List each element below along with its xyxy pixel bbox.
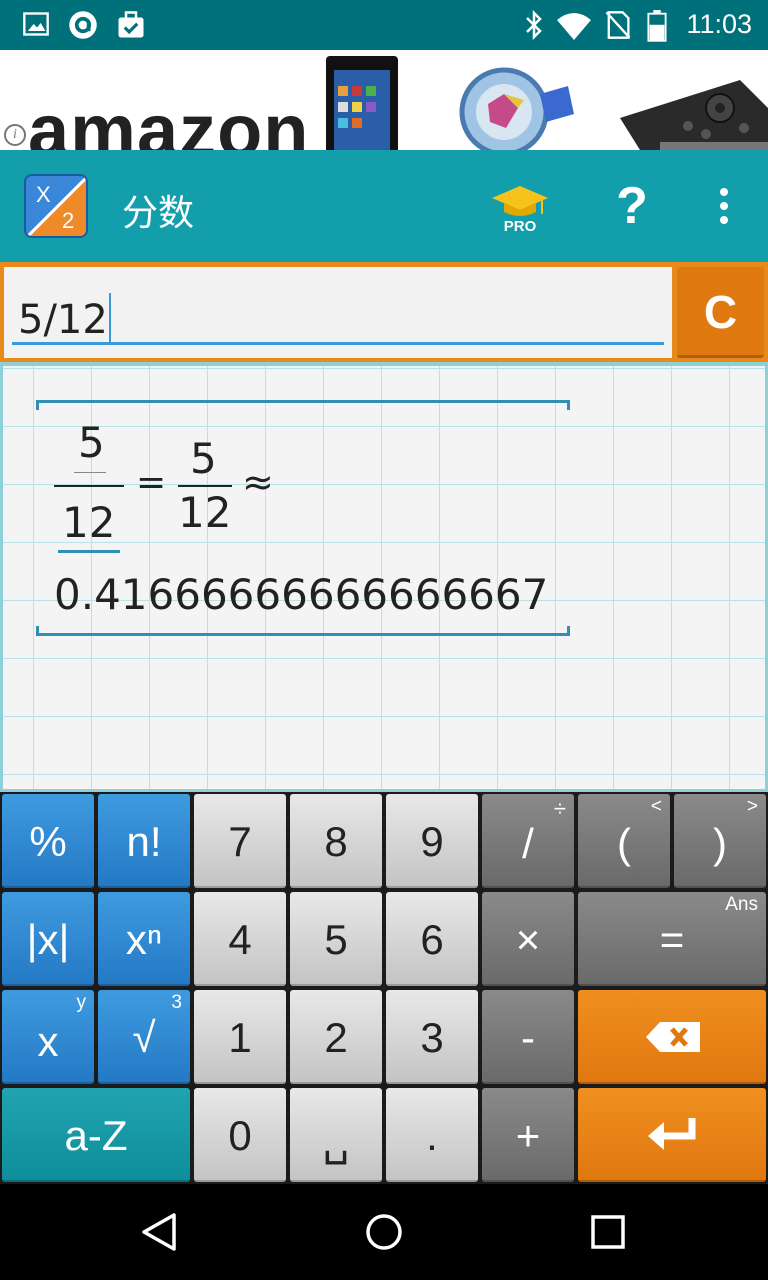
key-3[interactable]: 3 (386, 990, 478, 1084)
status-bar: 11:03 (0, 0, 768, 50)
pro-button[interactable]: PRO (490, 184, 550, 236)
back-icon[interactable] (140, 1212, 180, 1252)
key-space[interactable]: ␣ (290, 1088, 382, 1182)
key-minus[interactable]: - (482, 990, 574, 1084)
key-open-paren[interactable]: (< (578, 794, 670, 888)
key-decimal-point[interactable]: . (386, 1088, 478, 1182)
key-4[interactable]: 4 (194, 892, 286, 986)
pro-label: PRO (503, 218, 537, 235)
input-underline (12, 342, 664, 345)
home-icon[interactable] (364, 1212, 404, 1252)
simplified-fraction-bar (178, 485, 232, 487)
battery-icon (647, 10, 667, 42)
key-plus[interactable]: + (482, 1088, 574, 1182)
simplified-numerator: 5 (190, 434, 217, 483)
simplified-denominator: 12 (178, 488, 232, 537)
ad-brand-text: amazon (28, 89, 310, 151)
input-numerator: 5 (78, 418, 105, 467)
expression-input[interactable]: 5/12 (4, 267, 672, 358)
help-button[interactable]: ? (612, 176, 652, 236)
key-backspace[interactable] (578, 990, 766, 1084)
key-0[interactable]: 0 (194, 1088, 286, 1182)
key-close-paren[interactable]: ) > (674, 794, 766, 888)
ad-toy-image (459, 67, 574, 150)
expression-input-text: 5/12 (18, 293, 111, 343)
key-sqrt[interactable]: √ 3 (98, 990, 190, 1084)
overflow-menu-icon[interactable] (706, 186, 742, 226)
key-equals[interactable]: = Ans (578, 892, 766, 986)
approx-sign: ≈ (242, 460, 274, 504)
app-circle-icon (69, 11, 97, 39)
key-abs[interactable]: |x| (2, 892, 94, 986)
app-bar: X 2 分数 PRO ? (0, 150, 768, 262)
bluetooth-icon (526, 10, 542, 40)
decimal-result: 0.41666666666666667 (54, 570, 549, 619)
input-row: 5/12 C (0, 262, 768, 362)
key-divide[interactable]: / ÷ (482, 794, 574, 888)
ad-info-icon[interactable]: i (4, 124, 26, 146)
result-frame[interactable]: 5 12 = 5 12 ≈ 0.41666666666666667 (36, 400, 570, 636)
wifi-icon (557, 13, 591, 40)
app-logo-icon: X 2 (24, 174, 88, 238)
result-area: 5 12 = 5 12 ≈ 0.41666666666666667 (0, 362, 768, 792)
briefcase-check-icon (118, 11, 144, 38)
key-6[interactable]: 6 (386, 892, 478, 986)
key-factorial[interactable]: n! (98, 794, 190, 888)
recents-icon[interactable] (590, 1214, 626, 1250)
ad-tablet-image (326, 56, 398, 150)
image-icon (23, 12, 49, 36)
key-5[interactable]: 5 (290, 892, 382, 986)
svg-text:2: 2 (62, 208, 74, 233)
key-x-root[interactable]: xy (2, 990, 94, 1084)
key-multiply[interactable]: × (482, 892, 574, 986)
ad-banner[interactable]: amazon i (0, 50, 768, 150)
graduation-cap-icon (492, 186, 548, 216)
enter-icon (648, 1118, 696, 1150)
keypad: % n! 7 8 9 /÷ (< ) > |x| xⁿ 4 5 6 × = Ans … (0, 792, 768, 1184)
app-title: 分数 (122, 193, 195, 234)
clear-button[interactable]: C (677, 267, 764, 358)
key-power[interactable]: xⁿ (98, 892, 190, 986)
key-9[interactable]: 9 (386, 794, 478, 888)
key-enter[interactable] (578, 1088, 766, 1182)
status-time: 11:03 (686, 9, 752, 39)
text-cursor (108, 293, 111, 343)
key-letters[interactable]: a-Z (2, 1088, 190, 1182)
equals-sign: = (136, 462, 167, 503)
input-denominator-underline (58, 550, 120, 553)
key-2[interactable]: 2 (290, 990, 382, 1084)
no-sim-icon (605, 11, 631, 39)
backspace-icon (646, 1022, 700, 1052)
key-percent[interactable]: % (2, 794, 94, 888)
key-8[interactable]: 8 (290, 794, 382, 888)
key-7[interactable]: 7 (194, 794, 286, 888)
input-fraction-bar (54, 485, 124, 487)
key-1[interactable]: 1 (194, 990, 286, 1084)
svg-text:X: X (36, 182, 51, 207)
ad-remote-image (620, 80, 768, 150)
input-denominator: 12 (62, 498, 116, 547)
navigation-bar (0, 1184, 768, 1280)
input-numerator-underline (74, 472, 106, 473)
